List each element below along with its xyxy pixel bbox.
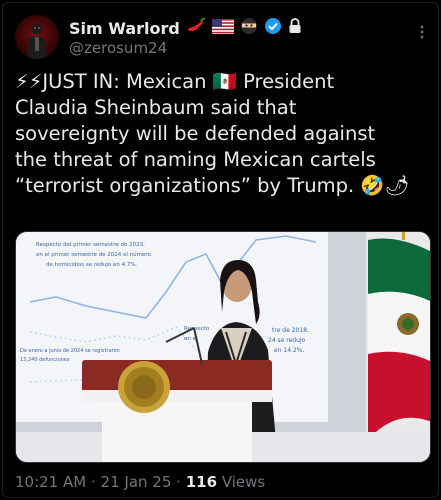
media-photo[interactable]: Respecto del primer semestre de 2023, en… [15,231,431,463]
views-count[interactable]: 116 [186,473,217,491]
verified-badge-icon[interactable] [264,17,282,39]
slide-text: tre de 2018, [272,327,309,334]
slide-text: 24 se redujo [268,337,306,344]
avatar[interactable] [15,15,59,59]
post-time[interactable]: 10:21 AM [15,473,86,491]
meta-separator: · [176,473,181,491]
post-date[interactable]: 21 Jan 25 [101,473,172,491]
slide-text: en el primer semestre de 2024 el número [36,251,151,258]
user-handle[interactable]: @zerosum24 [69,39,167,57]
tweet-header: Sim Warlord @zerosum24 [15,15,432,61]
post-line: sovereignty will be defended against [15,122,376,145]
display-name[interactable]: Sim Warlord [69,19,180,38]
post-line: “terrorist organizations” by Trump. 🤣🌶 [15,174,410,197]
post-meta: 10:21 AM · 21 Jan 25 · 116 Views [15,473,265,491]
name-row: Sim Warlord [69,17,302,39]
post-line: the threat of naming Mexican cartels [15,148,376,171]
warlord-figure-icon [27,23,47,59]
ninja-icon [240,17,258,39]
views-label: Views [221,473,266,491]
mexican-flag-icon [366,232,430,432]
post-text: ⚡⚡JUST IN: Mexican 🇲🇽 President Claudia … [15,69,435,199]
slide-text: Respecto del primer semestre de 2023, [36,242,145,248]
press-conference-photo: Respecto del primer semestre de 2023, en… [16,232,430,462]
slide-text: 13,240 defunciones [20,357,70,363]
slide-text: de homicidios se redujo en 4.7%. [46,262,138,268]
post-line: Claudia Sheinbaum said that [15,96,297,119]
meta-separator: · [90,473,96,491]
slide-text: De enero a junio de 2024 se registraron [20,348,120,354]
lock-icon [288,18,302,38]
tweet-card: Sim Warlord @zerosum24 ⚡⚡JUST IN: Mexica… [2,2,439,498]
us-flag-icon [211,18,234,38]
slide-text: en 14.2%. [274,347,304,354]
more-options-icon[interactable] [412,25,432,45]
hot-pepper-icon [186,17,206,38]
post-line: ⚡⚡JUST IN: Mexican 🇲🇽 President [15,70,335,93]
